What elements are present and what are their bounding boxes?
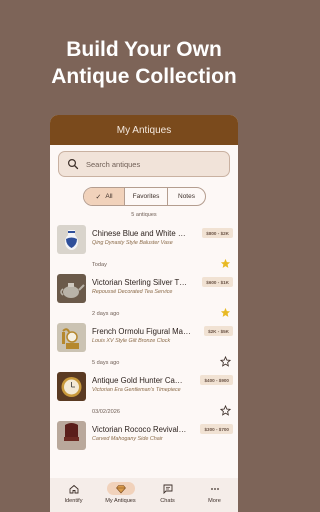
home-icon (69, 484, 78, 493)
price-badge: $600 - $1K (202, 277, 233, 287)
more-icon (210, 487, 219, 490)
item-subtitle: Carved Mahogany Side Chair (92, 436, 163, 442)
filter-segmented-control: ✓ All Favorites Notes (83, 187, 206, 206)
chat-icon (163, 484, 172, 494)
list-item[interactable]: French Ormolu Figural Ma… $2K - $5K Loui… (57, 323, 233, 372)
nav-identify[interactable]: Identify (52, 482, 96, 504)
nav-chats[interactable]: Chats (146, 482, 190, 504)
promo-headline: Build Your Own Antique Collection (0, 36, 288, 90)
headline-line-1: Build Your Own (66, 38, 222, 61)
star-filled-icon[interactable] (220, 258, 231, 269)
item-title: Victorian Sterling Silver T… (92, 278, 188, 287)
item-date: 2 days ago (92, 311, 120, 317)
item-date: 03/02/2026 (92, 409, 120, 415)
list-item[interactable]: Victorian Rococo Revival… $300 - $700 Ca… (57, 421, 233, 470)
item-subtitle: Qing Dynasty Style Baluster Vase (92, 240, 173, 246)
list-item[interactable]: Victorian Sterling Silver T… $600 - $1K … (57, 274, 233, 323)
check-icon: ✓ (95, 193, 102, 201)
star-filled-icon[interactable] (220, 307, 231, 318)
star-outline-icon[interactable] (220, 356, 231, 367)
vase-photo-icon (57, 225, 86, 254)
diamond-icon (115, 484, 126, 493)
search-input[interactable] (86, 159, 216, 169)
nav-chats-label: Chats (160, 498, 175, 504)
filter-favorites-label: Favorites (132, 193, 160, 200)
price-badge: $2K - $5K (204, 326, 233, 336)
nav-more[interactable]: More (193, 482, 237, 504)
nav-more-label: More (208, 498, 221, 504)
item-subtitle: Louis XV Style Gilt Bronze Clock (92, 338, 171, 344)
bottom-navigation: Identify My Antiques Chats More (50, 478, 238, 512)
page-title: My Antiques (116, 124, 172, 136)
search-bar[interactable] (58, 151, 230, 177)
clock-photo-icon (57, 323, 86, 352)
list-item[interactable]: Chinese Blue and White … $800 - $2K Qing… (57, 225, 233, 274)
nav-my-antiques[interactable]: My Antiques (99, 482, 143, 504)
app-screen: My Antiques ✓All Favorites Notes 5 antiq… (50, 115, 238, 512)
item-title: Victorian Rococo Revival… (92, 425, 187, 434)
list-item[interactable]: Antique Gold Hunter Ca… $400 - $900 Vict… (57, 372, 233, 421)
price-badge: $300 - $700 (200, 424, 233, 434)
price-badge: $400 - $900 (200, 375, 233, 385)
item-date: Today (92, 262, 107, 268)
chair-photo-icon (57, 421, 86, 450)
antique-list: Chinese Blue and White … $800 - $2K Qing… (57, 225, 233, 470)
item-subtitle: Repoussé Decorated Tea Service (92, 289, 173, 295)
nav-identify-label: Identify (64, 498, 83, 504)
star-outline-icon[interactable] (220, 405, 231, 416)
filter-favorites-button[interactable]: Favorites (124, 188, 167, 205)
app-bar: My Antiques (50, 115, 238, 145)
teapot-photo-icon (57, 274, 86, 303)
price-badge: $800 - $2K (202, 228, 233, 238)
item-title: French Ormolu Figural Ma… (92, 327, 191, 336)
filter-notes-button[interactable]: Notes (167, 188, 205, 205)
nav-my-antiques-label: My Antiques (105, 498, 136, 504)
pocket-watch-photo-icon (57, 372, 86, 401)
filter-all-label: All (105, 193, 113, 200)
antique-count: 5 antiques (131, 212, 157, 218)
item-title: Antique Gold Hunter Ca… (92, 376, 183, 385)
item-title: Chinese Blue and White … (92, 229, 186, 238)
item-subtitle: Victorian Era Gentleman's Timepiece (92, 387, 181, 393)
filter-notes-label: Notes (178, 193, 195, 200)
filter-all-button[interactable]: ✓ All (84, 188, 124, 205)
item-date: 5 days ago (92, 360, 120, 366)
search-icon (67, 158, 79, 170)
headline-line-2: Antique Collection (51, 65, 237, 88)
